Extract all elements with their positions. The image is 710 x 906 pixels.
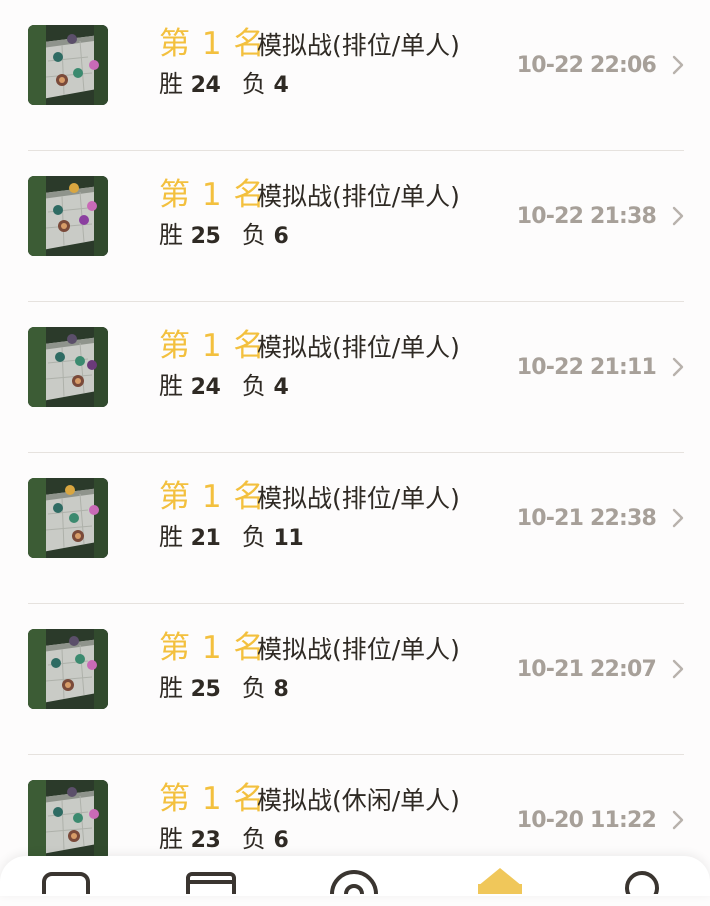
win-loss-record: 胜 24 负 4 xyxy=(159,68,289,102)
loss-label: 负 xyxy=(241,221,266,249)
match-time: 10-20 11:22 xyxy=(516,808,657,833)
chat-icon xyxy=(42,872,90,894)
tab-profile[interactable] xyxy=(612,864,672,894)
rank-label: 第 1 名 xyxy=(159,781,266,817)
wins-count: 21 xyxy=(190,526,221,551)
loss-label: 负 xyxy=(241,825,266,853)
win-label: 胜 xyxy=(159,825,183,853)
rank-label: 第 1 名 xyxy=(159,630,266,666)
losses-count: 8 xyxy=(273,677,289,702)
match-thumbnail xyxy=(28,176,108,256)
match-thumbnail xyxy=(28,327,108,407)
rank-label: 第 1 名 xyxy=(159,328,266,364)
match-time: 10-21 22:07 xyxy=(516,657,657,682)
win-label: 胜 xyxy=(159,70,183,98)
match-thumbnail xyxy=(28,780,108,860)
losses-count: 4 xyxy=(273,375,289,400)
chevron-right-icon xyxy=(672,55,684,75)
loss-label: 负 xyxy=(241,70,266,98)
bottom-tab-bar xyxy=(0,856,710,896)
mode-label: 模拟战(休闲/单人) xyxy=(257,786,460,815)
match-record-row[interactable]: 第 1 名 模拟战(排位/单人) 胜 25 负 8 10-21 22:07 xyxy=(0,604,710,755)
wins-count: 25 xyxy=(190,677,221,702)
match-record-row[interactable]: 第 1 名 模拟战(排位/单人) 胜 24 负 4 10-22 22:06 xyxy=(0,0,710,151)
win-label: 胜 xyxy=(159,674,183,702)
tab-shop[interactable] xyxy=(182,864,242,894)
loss-label: 负 xyxy=(241,372,266,400)
loss-label: 负 xyxy=(241,674,266,702)
match-time: 10-22 21:11 xyxy=(516,355,657,380)
win-loss-record: 胜 21 负 11 xyxy=(159,521,304,555)
discover-icon xyxy=(330,870,378,894)
tab-game-record[interactable] xyxy=(470,864,530,894)
rank-label: 第 1 名 xyxy=(159,177,266,213)
mode-label: 模拟战(排位/单人) xyxy=(257,182,460,211)
wins-count: 23 xyxy=(190,828,221,853)
tab-discover[interactable] xyxy=(324,864,384,894)
match-record-row[interactable]: 第 1 名 模拟战(排位/单人) 胜 25 负 6 10-22 21:38 xyxy=(0,151,710,302)
loss-label: 负 xyxy=(241,523,266,551)
chevron-right-icon xyxy=(672,206,684,226)
match-thumbnail xyxy=(28,478,108,558)
match-thumbnail xyxy=(28,25,108,105)
wins-count: 25 xyxy=(190,224,221,249)
wins-count: 24 xyxy=(190,375,221,400)
profile-icon xyxy=(625,871,659,894)
losses-count: 6 xyxy=(273,224,289,249)
win-loss-record: 胜 25 负 6 xyxy=(159,219,289,253)
rank-label: 第 1 名 xyxy=(159,479,266,515)
match-record-row[interactable]: 第 1 名 模拟战(排位/单人) 胜 24 负 4 10-22 21:11 xyxy=(0,302,710,453)
mode-label: 模拟战(排位/单人) xyxy=(257,333,460,362)
win-label: 胜 xyxy=(159,372,183,400)
game-record-icon xyxy=(478,868,522,894)
shop-icon xyxy=(186,872,236,894)
losses-count: 6 xyxy=(273,828,289,853)
rank-label: 第 1 名 xyxy=(159,26,266,62)
wins-count: 24 xyxy=(190,73,221,98)
match-time: 10-22 22:06 xyxy=(516,53,657,78)
losses-count: 4 xyxy=(273,73,289,98)
win-loss-record: 胜 25 负 8 xyxy=(159,672,289,706)
match-time: 10-22 21:38 xyxy=(516,204,657,229)
win-loss-record: 胜 24 负 4 xyxy=(159,370,289,404)
tab-chat[interactable] xyxy=(38,864,98,894)
losses-count: 11 xyxy=(273,526,304,551)
chevron-right-icon xyxy=(672,508,684,528)
chevron-right-icon xyxy=(672,810,684,830)
mode-label: 模拟战(排位/单人) xyxy=(257,31,460,60)
mode-label: 模拟战(排位/单人) xyxy=(257,635,460,664)
win-loss-record: 胜 23 负 6 xyxy=(159,823,289,857)
chevron-right-icon xyxy=(672,357,684,377)
mode-label: 模拟战(排位/单人) xyxy=(257,484,460,513)
match-thumbnail xyxy=(28,629,108,709)
win-label: 胜 xyxy=(159,523,183,551)
match-record-row[interactable]: 第 1 名 模拟战(排位/单人) 胜 21 负 11 10-21 22:38 xyxy=(0,453,710,604)
chevron-right-icon xyxy=(672,659,684,679)
win-label: 胜 xyxy=(159,221,183,249)
match-time: 10-21 22:38 xyxy=(516,506,657,531)
